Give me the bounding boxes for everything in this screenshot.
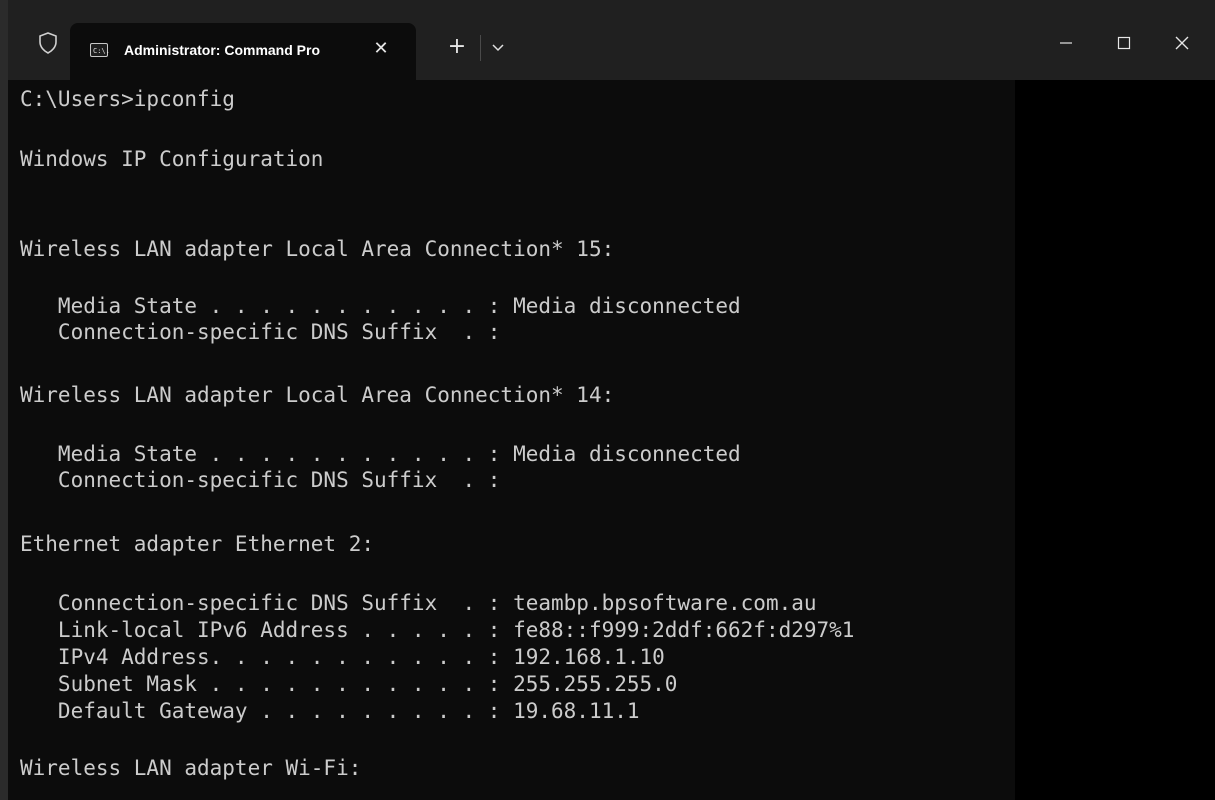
chevron-down-icon[interactable] xyxy=(490,38,506,56)
terminal-output[interactable]: C:\Users>ipconfig Windows IP Configurati… xyxy=(8,80,1015,800)
toolbar-divider xyxy=(480,35,481,61)
terminal-empty-area xyxy=(1015,80,1215,800)
maximize-button[interactable] xyxy=(1101,26,1147,60)
terminal-line: Wireless LAN adapter Local Area Connecti… xyxy=(20,237,615,261)
terminal-line: Connection-specific DNS Suffix . : xyxy=(20,320,501,344)
minimize-button[interactable] xyxy=(1043,26,1089,60)
terminal-line: Link-local IPv6 Address . . . . . : fe88… xyxy=(20,618,855,642)
window-left-edge xyxy=(0,0,8,800)
tab-close-button[interactable]: ✕ xyxy=(370,37,392,61)
terminal-line: Connection-specific DNS Suffix . : teamb… xyxy=(20,591,817,615)
terminal-line: C:\Users>ipconfig xyxy=(20,87,235,111)
title-bar[interactable]: C:\. Administrator: Command Pro ✕ + xyxy=(8,0,1215,80)
terminal-line: Wireless LAN adapter Wi-Fi: xyxy=(20,756,362,780)
tab-command-prompt[interactable]: C:\. Administrator: Command Pro ✕ xyxy=(70,23,416,80)
close-window-button[interactable] xyxy=(1159,26,1205,60)
terminal-line: Subnet Mask . . . . . . . . . . . : 255.… xyxy=(20,672,678,696)
new-tab-button[interactable]: + xyxy=(446,35,468,59)
terminal-line: Ethernet adapter Ethernet 2: xyxy=(20,532,375,556)
terminal-line: Wireless LAN adapter Local Area Connecti… xyxy=(20,383,615,407)
shield-icon xyxy=(39,32,57,54)
terminal-window: C:\. Administrator: Command Pro ✕ + C:\U… xyxy=(0,0,1215,800)
terminal-line: IPv4 Address. . . . . . . . . . . : 192.… xyxy=(20,645,665,669)
terminal-line: Connection-specific DNS Suffix . : xyxy=(20,468,501,492)
terminal-line: Default Gateway . . . . . . . . . : 19.6… xyxy=(20,699,640,723)
terminal-line: Windows IP Configuration xyxy=(20,147,324,171)
tab-title: Administrator: Command Pro xyxy=(124,42,321,58)
command-prompt-icon: C:\. xyxy=(90,43,110,57)
